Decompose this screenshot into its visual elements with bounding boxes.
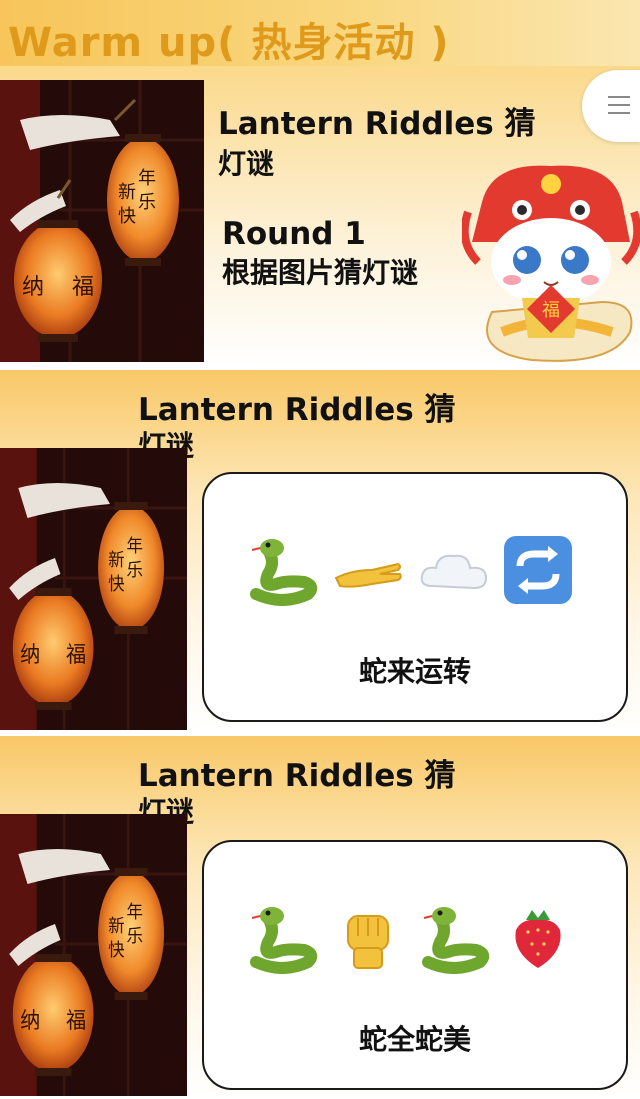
strawberry-emoji <box>502 902 574 974</box>
top-banner: Warm up( 热身活动 ) <box>0 0 640 66</box>
svg-text:福: 福 <box>66 641 86 667</box>
mascot-badge: 福 <box>542 300 560 321</box>
svg-text:乐: 乐 <box>127 926 143 947</box>
svg-text:福: 福 <box>66 1007 86 1033</box>
svg-text:纳: 纳 <box>22 275 44 300</box>
lantern-photo: 新 年 快 乐 纳 福 <box>0 814 187 1096</box>
svg-text:新: 新 <box>108 550 124 571</box>
slide-title-line1: Lantern Riddles 猜 <box>138 758 456 794</box>
svg-text:乐: 乐 <box>138 192 156 213</box>
snake-emoji <box>246 534 318 606</box>
svg-text:快: 快 <box>108 574 124 595</box>
svg-text:年: 年 <box>127 902 143 923</box>
riddle-card: 蛇来运转 <box>202 472 628 722</box>
svg-text:纳: 纳 <box>20 641 40 667</box>
svg-text:纳: 纳 <box>20 1007 40 1033</box>
lantern-photo: 新 年 快 乐 纳 福 <box>0 448 187 730</box>
round-label: Round 1 <box>222 216 366 252</box>
repeat-arrows-emoji <box>502 534 574 606</box>
slide-title-line1: Lantern Riddles 猜 <box>218 106 536 142</box>
raised-fist-emoji <box>332 902 404 974</box>
snake-mascot-illustration: 福 <box>460 162 640 366</box>
open-hand-emoji <box>332 534 404 606</box>
slide-title-line2: 灯谜 <box>218 147 275 180</box>
slide-riddle-1: Lantern Riddles 猜 灯谜 新 年 快 乐 纳 福 蛇来运转 <box>0 370 640 732</box>
round-description: 根据图片猜灯谜 <box>222 256 419 289</box>
riddle-answer: 蛇全蛇美 <box>358 1023 471 1056</box>
snake-emoji <box>418 902 490 974</box>
svg-text:福: 福 <box>72 275 94 300</box>
svg-text:乐: 乐 <box>127 560 143 581</box>
svg-text:快: 快 <box>118 206 136 227</box>
riddle-answer: 蛇来运转 <box>358 655 471 688</box>
lantern-photo: 新 年 快 乐 纳 福 <box>0 80 204 362</box>
hamburger-icon <box>608 96 630 120</box>
svg-text:年: 年 <box>127 536 143 557</box>
svg-text:快: 快 <box>108 940 124 961</box>
slide-riddle-2: Lantern Riddles 猜 灯谜 新 年 快 乐 纳 福 蛇全蛇美 <box>0 736 640 1099</box>
riddle-card: 蛇全蛇美 <box>202 840 628 1090</box>
emoji-row <box>204 902 626 974</box>
svg-text:新: 新 <box>118 182 136 203</box>
slide-title-line1: Lantern Riddles 猜 <box>138 392 456 428</box>
svg-text:年: 年 <box>138 168 156 189</box>
snake-emoji <box>246 902 318 974</box>
cloud-emoji <box>418 534 490 606</box>
svg-text:新: 新 <box>108 916 124 937</box>
page-title: Warm up( 热身活动 ) <box>8 20 450 66</box>
emoji-row <box>204 534 626 606</box>
